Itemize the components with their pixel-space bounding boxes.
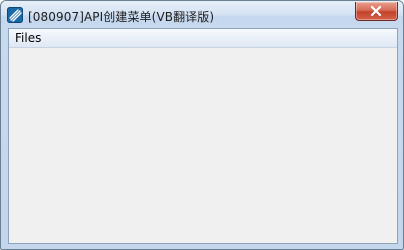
menu-item-files[interactable]: Files — [12, 30, 44, 46]
menu-bar: Files — [9, 29, 397, 48]
title-bar[interactable]: [080907]API创建菜单(VB翻译版) — [1, 1, 403, 30]
app-icon[interactable] — [7, 7, 23, 23]
app-window: [080907]API创建菜单(VB翻译版) Files — [0, 0, 404, 250]
content-area[interactable] — [9, 48, 397, 243]
close-button[interactable] — [355, 2, 398, 21]
close-icon — [370, 6, 382, 16]
client-area: Files — [8, 28, 398, 244]
window-title: [080907]API创建菜单(VB翻译版) — [28, 10, 215, 24]
